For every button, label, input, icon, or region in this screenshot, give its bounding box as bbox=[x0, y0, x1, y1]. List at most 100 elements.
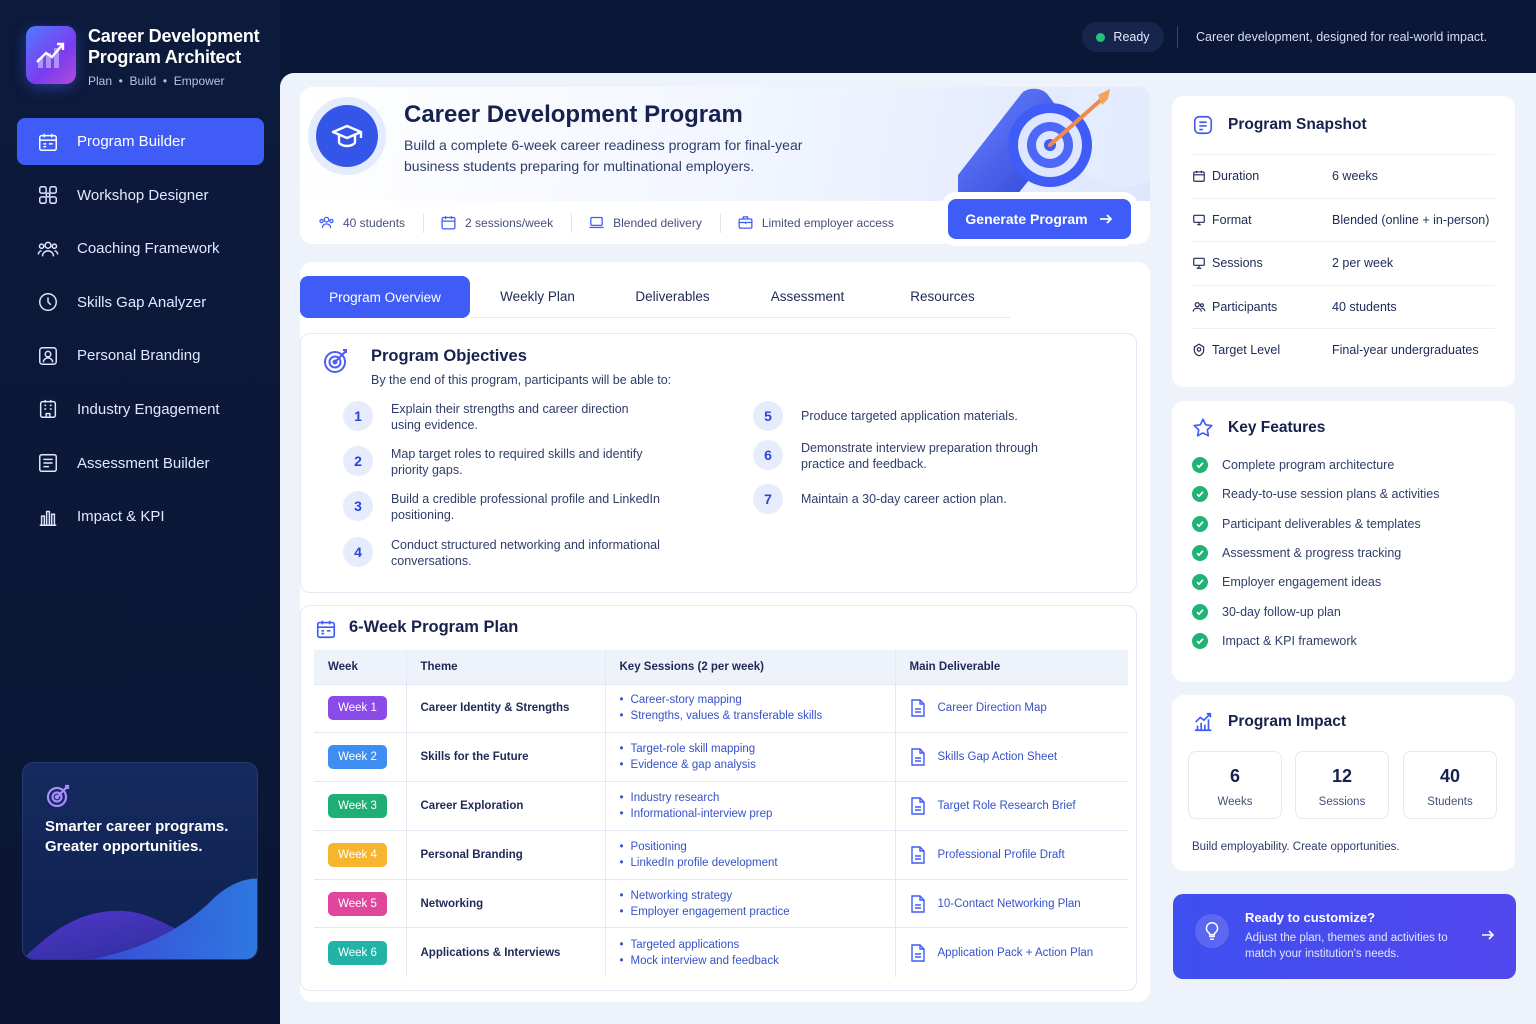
metric-value: 40 bbox=[1439, 766, 1461, 786]
sidebar-item-label: Skills Gap Analyzer bbox=[77, 293, 207, 311]
content-card: Program Overview Weekly Plan Deliverable… bbox=[300, 262, 1150, 1002]
table-row[interactable]: Week 5 Networking Networking strategyEmp… bbox=[314, 878, 1129, 928]
checklist-icon bbox=[39, 454, 57, 473]
header-tagline: Career development, designed for real-wo… bbox=[1196, 30, 1488, 44]
sidebar-item-personal-branding[interactable]: Personal Branding bbox=[17, 332, 264, 379]
decorative-mountains bbox=[23, 878, 257, 959]
objective-item: 1 Explain their strengths and career dir… bbox=[343, 401, 673, 433]
generate-program-button[interactable]: Generate Program bbox=[948, 199, 1131, 239]
deliverable-label: Application Pack + Action Plan bbox=[937, 946, 1094, 959]
column-header: Main Deliverable bbox=[895, 650, 1128, 684]
promo-card: Smarter career programs. Greater opportu… bbox=[22, 762, 258, 960]
deliverable-cell[interactable]: 10-Contact Networking Plan bbox=[910, 894, 1129, 913]
calendar-icon bbox=[316, 620, 336, 639]
calendar-icon bbox=[39, 133, 57, 151]
page-title: Career Development Program bbox=[404, 101, 743, 128]
objectives-section: Program Objectives By the end of this pr… bbox=[300, 333, 1137, 593]
workshop-icon bbox=[39, 186, 57, 205]
profile-icon bbox=[39, 346, 57, 365]
deliverable-label: Professional Profile Draft bbox=[937, 848, 1065, 861]
feature-item: Employer engagement ideas bbox=[1192, 574, 1381, 591]
session-item: Target-role skill mapping bbox=[620, 741, 895, 757]
week-badge: Week 1 bbox=[328, 696, 387, 721]
week-badge: Week 3 bbox=[328, 793, 387, 818]
deliverable-cell[interactable]: Professional Profile Draft bbox=[910, 846, 1129, 864]
theme-cell: Career Exploration bbox=[406, 781, 606, 831]
document-icon bbox=[910, 894, 925, 913]
stat-delivery: Blended delivery bbox=[588, 212, 721, 233]
customize-cta-button[interactable]: Ready to customize? Adjust the plan, the… bbox=[1173, 894, 1516, 979]
sidebar-item-coaching-framework[interactable]: Coaching Framework bbox=[17, 225, 264, 272]
sidebar-item-skills-gap-analyzer[interactable]: Skills Gap Analyzer bbox=[17, 279, 264, 326]
users-icon bbox=[37, 241, 59, 257]
target-icon bbox=[324, 349, 347, 373]
feature-label: Assessment & progress tracking bbox=[1222, 545, 1402, 560]
table-row[interactable]: Week 1 Career Identity & Strengths Caree… bbox=[314, 683, 1129, 733]
briefcase-icon bbox=[738, 216, 753, 229]
divider bbox=[1177, 26, 1178, 48]
objective-item: 2 Map target roles to required skills an… bbox=[343, 446, 673, 478]
deliverable-cell[interactable]: Career Direction Map bbox=[910, 699, 1129, 718]
stat-label: 2 sessions/week bbox=[465, 215, 554, 230]
page-subtitle: Build a complete 6-week career readiness… bbox=[404, 137, 803, 174]
sessions-list: Target-role skill mappingEvidence & gap … bbox=[620, 741, 895, 773]
deliverable-label: Skills Gap Action Sheet bbox=[937, 751, 1058, 764]
session-item: Evidence & gap analysis bbox=[620, 757, 895, 773]
feature-item: Assessment & progress tracking bbox=[1192, 544, 1402, 561]
tab-weekly-plan[interactable]: Weekly Plan bbox=[470, 276, 605, 318]
session-item: Targeted applications bbox=[620, 937, 895, 953]
snapshot-row: Target Level Final-year undergraduates bbox=[1192, 328, 1495, 372]
check-circle-icon bbox=[1192, 574, 1208, 591]
table-row[interactable]: Week 2 Skills for the Future Target-role… bbox=[314, 732, 1129, 782]
tab-assessment[interactable]: Assessment bbox=[740, 276, 875, 318]
app-title: Career Development Program Architect bbox=[88, 26, 260, 68]
tab-resources[interactable]: Resources bbox=[875, 276, 1010, 318]
table-row[interactable]: Week 4 Personal Branding PositioningLink… bbox=[314, 829, 1129, 880]
snapshot-value: 6 weeks bbox=[1332, 169, 1378, 184]
sidebar-item-workshop-designer[interactable]: Workshop Designer bbox=[17, 172, 264, 219]
objective-number: 1 bbox=[343, 401, 373, 431]
features-title: Key Features bbox=[1228, 419, 1326, 436]
users-icon bbox=[1192, 301, 1206, 312]
brand: Career Development Program Architect Pla… bbox=[26, 26, 260, 88]
status-dot-icon bbox=[1096, 32, 1106, 42]
sidebar-item-industry-engagement[interactable]: Industry Engagement bbox=[17, 386, 264, 433]
theme-cell: Networking bbox=[406, 878, 606, 928]
tab-program-overview[interactable]: Program Overview bbox=[300, 276, 470, 318]
session-item: Industry research bbox=[620, 790, 895, 806]
app-title-line2: Program Architect bbox=[88, 47, 241, 67]
session-item: Strengths, values & transferable skills bbox=[620, 708, 895, 724]
theme-cell: Personal Branding bbox=[406, 829, 606, 880]
deliverable-cell[interactable]: Application Pack + Action Plan bbox=[910, 943, 1129, 962]
objective-item: 6 Demonstrate interview preparation thro… bbox=[753, 440, 1083, 472]
table-header-row: Week Theme Key Sessions (2 per week) Mai… bbox=[314, 650, 1128, 684]
feature-label: Ready-to-use session plans & activities bbox=[1222, 487, 1440, 502]
deliverable-cell[interactable]: Target Role Research Brief bbox=[910, 797, 1129, 815]
snapshot-value: 2 per week bbox=[1332, 256, 1394, 271]
snapshot-label: Target Level bbox=[1212, 343, 1281, 358]
table-row[interactable]: Week 6 Applications & Interviews Targete… bbox=[314, 927, 1129, 977]
sidebar-item-program-builder[interactable]: Program Builder bbox=[17, 118, 264, 165]
check-circle-icon bbox=[1192, 544, 1208, 561]
column-header: Theme bbox=[406, 650, 606, 684]
feature-label: 30-day follow-up plan bbox=[1222, 604, 1341, 619]
session-item: Employer engagement practice bbox=[620, 904, 895, 920]
objective-number: 2 bbox=[343, 446, 373, 476]
sessions-list: Targeted applicationsMock interview and … bbox=[620, 937, 895, 969]
deliverable-cell[interactable]: Skills Gap Action Sheet bbox=[910, 748, 1129, 766]
document-icon bbox=[910, 846, 925, 864]
objective-text: Maintain a 30-day career action plan. bbox=[801, 492, 1007, 506]
plan-title: 6-Week Program Plan bbox=[349, 618, 519, 636]
stat-label: 40 students bbox=[343, 215, 406, 230]
sidebar-item-label: Assessment Builder bbox=[77, 454, 210, 472]
objective-item: 5 Produce targeted application materials… bbox=[753, 401, 1083, 431]
document-icon bbox=[910, 699, 925, 718]
session-item: Career-story mapping bbox=[620, 692, 895, 708]
tab-deliverables[interactable]: Deliverables bbox=[605, 276, 740, 318]
objective-text: Produce targeted application materials. bbox=[801, 409, 1018, 423]
snapshot-label: Duration bbox=[1212, 169, 1260, 184]
deliverable-label: Career Direction Map bbox=[937, 702, 1047, 715]
sidebar-item-assessment-builder[interactable]: Assessment Builder bbox=[17, 440, 264, 487]
table-row[interactable]: Week 3 Career Exploration Industry resea… bbox=[314, 781, 1129, 831]
sidebar-item-impact-kpi[interactable]: Impact & KPI bbox=[17, 493, 264, 540]
